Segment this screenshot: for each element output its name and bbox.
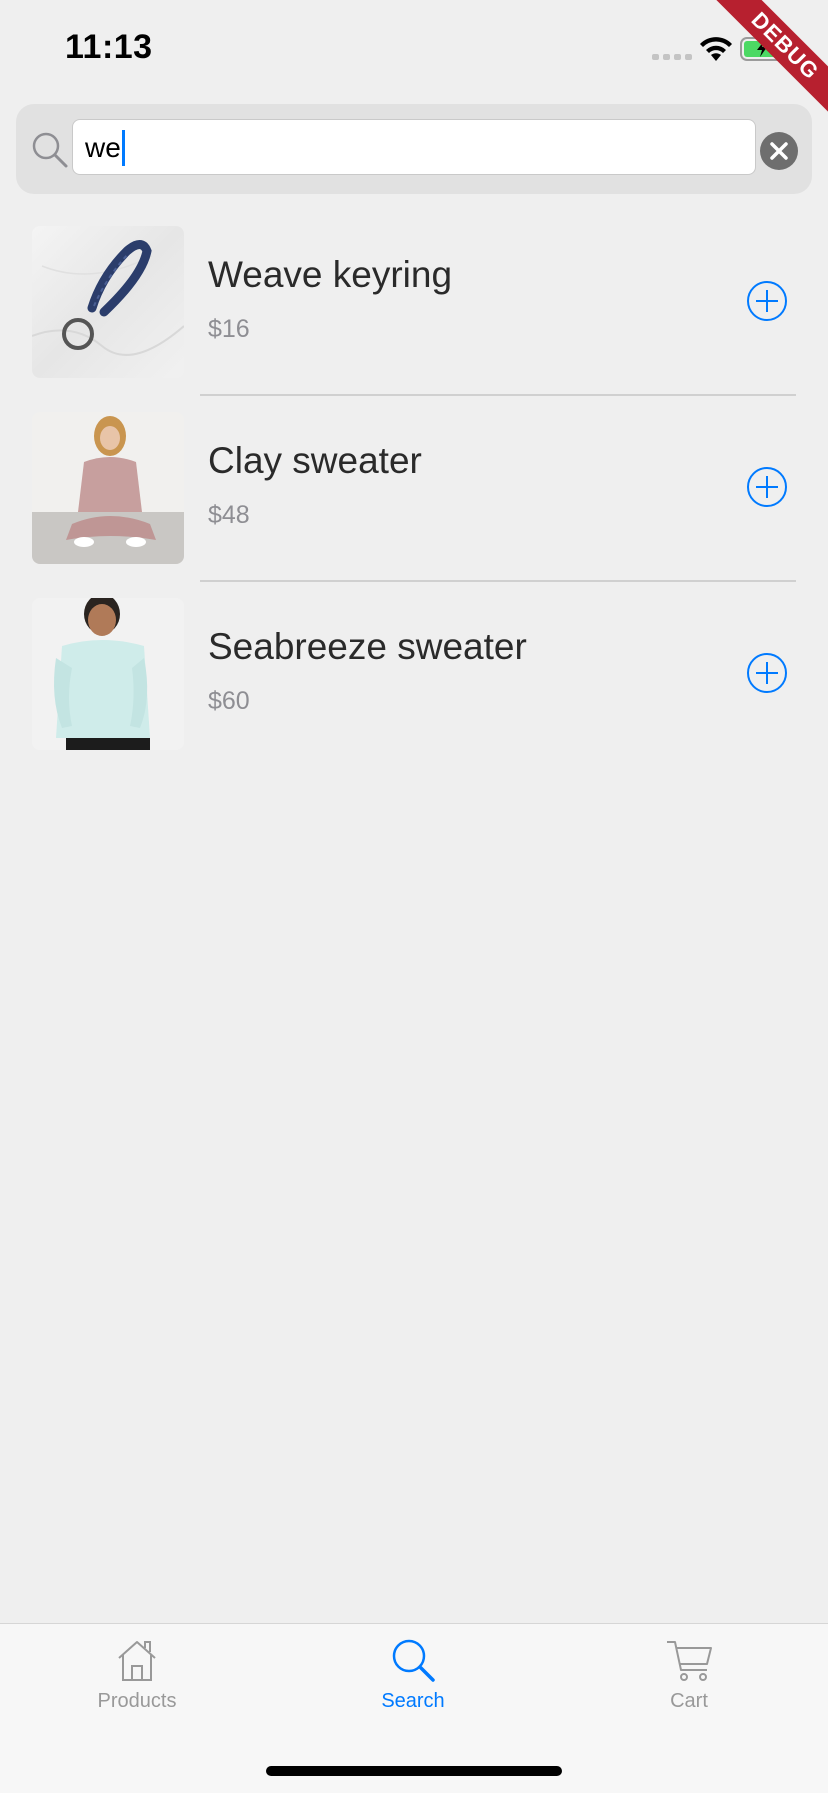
tab-cart[interactable]: Cart (589, 1636, 789, 1726)
search-results-list: Weave keyring $16 Clay sweater $48 Seabr… (0, 224, 828, 782)
search-input[interactable]: we (72, 119, 756, 175)
status-bar: 11:13 (0, 0, 828, 100)
product-price: $16 (208, 315, 250, 343)
add-to-cart-button[interactable] (746, 466, 788, 508)
product-price: $60 (208, 687, 250, 715)
product-name: Clay sweater (208, 440, 422, 481)
status-time: 11:13 (65, 28, 153, 66)
wifi-icon (700, 37, 732, 61)
search-bar: we (16, 104, 812, 194)
search-icon (32, 132, 68, 168)
product-price: $48 (208, 501, 250, 529)
product-image (32, 412, 184, 564)
add-to-cart-button[interactable] (746, 652, 788, 694)
tab-search[interactable]: Search (313, 1636, 513, 1726)
divider (200, 394, 796, 396)
add-to-cart-button[interactable] (746, 280, 788, 322)
home-icon (118, 1641, 156, 1681)
tab-label: Products (97, 1690, 177, 1712)
home-indicator (266, 1766, 562, 1776)
cellular-signal-icon (652, 54, 692, 60)
product-name: Weave keyring (208, 254, 453, 295)
search-icon (392, 1639, 435, 1682)
list-item[interactable]: Seabreeze sweater $60 (0, 596, 828, 782)
search-input-value: we (85, 132, 121, 163)
tab-products[interactable]: Products (37, 1636, 237, 1726)
product-image (32, 598, 184, 750)
list-item[interactable]: Clay sweater $48 (0, 410, 828, 596)
list-item[interactable]: Weave keyring $16 (0, 224, 828, 410)
tab-label: Search (381, 1690, 445, 1712)
divider (200, 580, 796, 582)
tab-label: Cart (670, 1690, 708, 1712)
product-image (32, 226, 184, 378)
cart-icon (667, 1641, 712, 1681)
battery-icon (740, 37, 788, 61)
product-name: Seabreeze sweater (208, 626, 527, 667)
clear-search-button[interactable] (760, 132, 798, 170)
text-caret (121, 129, 125, 166)
